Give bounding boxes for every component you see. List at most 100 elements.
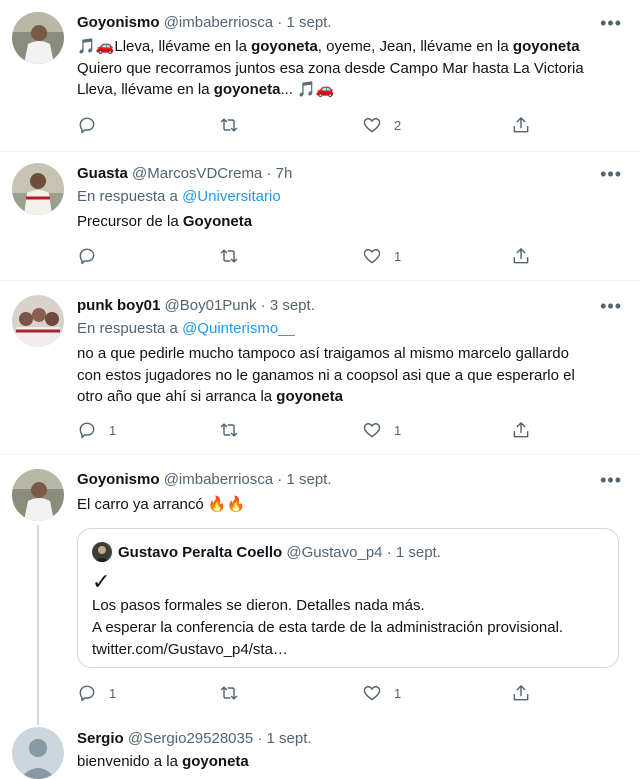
timestamp[interactable]: 7h (276, 165, 293, 182)
retweet-icon (220, 118, 238, 132)
tweet-text: El carro ya arrancó 🔥🔥 (77, 496, 246, 513)
tweet[interactable]: Guasta @MarcosVDCrema · 7h ••• En respue… (0, 152, 640, 281)
tweet-actions: 2 (77, 114, 537, 138)
tweet-header: Sergio @Sergio29528035 · 1 sept. (77, 729, 312, 749)
reply-icon (79, 422, 95, 439)
share-icon (513, 685, 529, 701)
quoted-tweet[interactable]: Gustavo Peralta Coello @Gustavo_p4 · 1 s… (77, 528, 619, 668)
author-handle[interactable]: @MarcosVDCrema (132, 165, 262, 182)
author-handle[interactable]: @Sergio29528035 (128, 730, 253, 747)
like-count: 2 (394, 117, 402, 133)
like-count: 1 (394, 248, 402, 264)
reply-context: En respuesta a @Quinterismo__ (77, 320, 295, 337)
like-icon (363, 423, 381, 438)
author-name[interactable]: Guasta (77, 165, 128, 182)
author-name[interactable]: punk boy01 (77, 297, 160, 314)
author-handle[interactable]: @imbaberriosca (164, 14, 273, 31)
separator: · (277, 14, 283, 31)
retweet-icon (220, 686, 238, 700)
thread-line (37, 717, 39, 725)
reply-button[interactable]: 1 (77, 682, 116, 704)
like-icon (363, 249, 381, 264)
tweet-header: Guasta @MarcosVDCrema · 7h (77, 164, 292, 184)
share-button[interactable] (511, 245, 531, 267)
share-icon (513, 117, 529, 133)
tweet-text: Precursor de la Goyoneta (77, 213, 253, 230)
retweet-button[interactable] (219, 245, 239, 267)
quoted-author-name: Gustavo Peralta Coello (118, 544, 283, 561)
reply-to-link[interactable]: @Quinterismo__ (182, 320, 295, 337)
timestamp[interactable]: 3 sept. (270, 297, 315, 314)
reply-button[interactable] (77, 245, 97, 267)
share-icon (513, 248, 529, 264)
reply-count: 1 (109, 685, 117, 701)
separator: · (266, 165, 272, 182)
reply-count: 1 (109, 422, 117, 438)
like-icon (363, 118, 381, 133)
tweet-actions: 1 (77, 245, 537, 269)
share-button[interactable] (511, 419, 531, 441)
reply-icon (79, 248, 95, 265)
tweet-text: no a que pedirle mucho tampoco así traig… (77, 345, 575, 405)
thread-line (37, 525, 39, 717)
author-name[interactable]: Sergio (77, 730, 124, 747)
author-name[interactable]: Goyonismo (77, 14, 160, 31)
reply-to-link[interactable]: @Universitario (182, 188, 281, 205)
more-icon[interactable]: ••• (600, 471, 622, 489)
avatar[interactable] (12, 469, 64, 521)
tweet[interactable]: Sergio @Sergio29528035 · 1 sept. bienven… (0, 717, 640, 779)
quoted-text: ✓ Los pasos formales se dieron. Detalles… (92, 569, 612, 661)
check-mark-icon: ✓ (92, 569, 111, 594)
quoted-timestamp: 1 sept. (395, 544, 441, 561)
retweet-button[interactable] (219, 114, 239, 136)
avatar[interactable] (12, 295, 64, 347)
retweet-button[interactable] (219, 419, 239, 441)
tweet-actions: 1 1 (77, 419, 537, 443)
reply-icon (79, 685, 95, 702)
retweet-icon (220, 423, 238, 437)
reply-button[interactable]: 1 (77, 419, 116, 441)
quoted-link[interactable]: twitter.com/Gustavo_p4/sta… (92, 639, 612, 661)
like-button[interactable]: 1 (362, 245, 401, 267)
retweet-icon (220, 249, 238, 263)
like-button[interactable]: 2 (362, 114, 401, 136)
timestamp[interactable]: 1 sept. (286, 471, 331, 488)
tweet[interactable]: punk boy01 @Boy01Punk · 3 sept. ••• En r… (0, 281, 640, 455)
tweet-text: 🎵🚗Lleva, llévame en la goyoneta, oyeme, … (77, 38, 584, 98)
quoted-avatar[interactable] (92, 542, 112, 562)
quoted-author-handle: @Gustavo_p4 (286, 544, 383, 561)
timestamp[interactable]: 1 sept. (286, 14, 331, 31)
tweet[interactable]: Goyonismo @imbaberriosca · 1 sept. ••• 🎵… (0, 0, 640, 152)
author-handle[interactable]: @imbaberriosca (164, 471, 273, 488)
avatar[interactable] (12, 163, 64, 215)
share-button[interactable] (511, 114, 531, 136)
reply-context: En respuesta a @Universitario (77, 188, 281, 205)
like-button[interactable]: 1 (362, 419, 401, 441)
tweet-text: bienvenido a la goyoneta (77, 753, 249, 770)
separator: · (277, 471, 283, 488)
avatar[interactable] (12, 727, 64, 779)
tweet-header: Goyonismo @imbaberriosca · 1 sept. (77, 13, 332, 33)
separator: · (260, 297, 266, 314)
more-icon[interactable]: ••• (600, 297, 622, 315)
more-icon[interactable]: ••• (600, 165, 622, 183)
avatar[interactable] (12, 12, 64, 64)
timestamp[interactable]: 1 sept. (267, 730, 312, 747)
like-icon (363, 686, 381, 701)
author-name[interactable]: Goyonismo (77, 471, 160, 488)
like-count: 1 (394, 422, 402, 438)
share-button[interactable] (511, 682, 531, 704)
quoted-header: Gustavo Peralta Coello @Gustavo_p4 · 1 s… (118, 543, 441, 563)
retweet-button[interactable] (219, 682, 239, 704)
reply-icon (79, 117, 95, 134)
reply-button[interactable] (77, 114, 97, 136)
tweet-header: Goyonismo @imbaberriosca · 1 sept. (77, 470, 332, 490)
tweet-header: punk boy01 @Boy01Punk · 3 sept. (77, 296, 315, 316)
like-count: 1 (394, 685, 402, 701)
more-icon[interactable]: ••• (600, 14, 622, 32)
author-handle[interactable]: @Boy01Punk (165, 297, 257, 314)
tweet-actions: 1 1 (77, 682, 537, 706)
like-button[interactable]: 1 (362, 682, 401, 704)
share-icon (513, 422, 529, 438)
separator: · (257, 730, 263, 747)
